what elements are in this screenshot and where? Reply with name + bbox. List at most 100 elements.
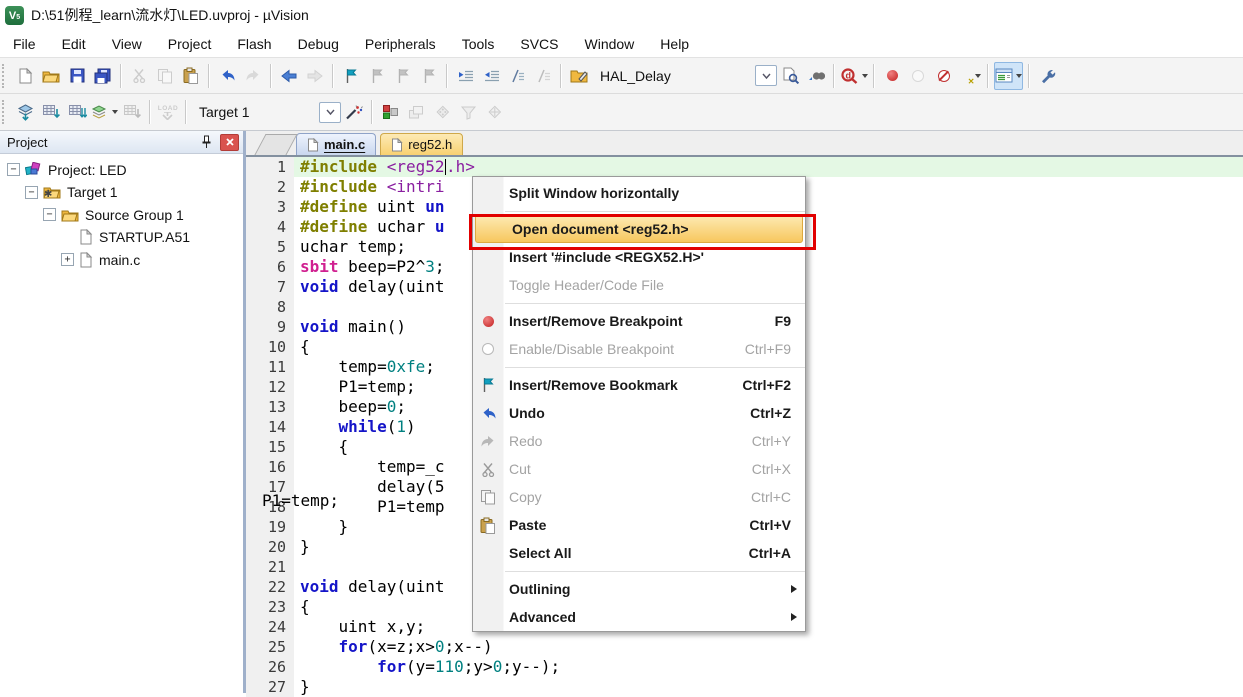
collapse-icon[interactable]: − [7,163,20,176]
function-search-combobox[interactable]: HAL_Delay [592,65,777,86]
insert-breakpoint-button[interactable] [880,63,904,89]
menu-tools[interactable]: Tools [449,30,508,57]
next-bookmark-button[interactable] [391,63,415,89]
menu-item-select-all[interactable]: Select AllCtrl+A [473,539,805,567]
menu-item-advanced[interactable]: Advanced [473,603,805,631]
translate-file-button[interactable] [13,99,37,125]
rebuild-all-button[interactable] [65,99,89,125]
dropdown-arrow-icon[interactable] [975,74,981,78]
quick-find-button[interactable]: d [840,63,868,89]
function-search-combobox-dropdown-icon[interactable] [755,65,777,86]
indent-button[interactable] [453,63,477,89]
close-icon[interactable] [220,134,239,151]
menu-item-insert-remove-breakpoint[interactable]: Insert/Remove BreakpointF9 [473,307,805,335]
options-for-target-button[interactable] [342,99,366,125]
outdent-button[interactable] [479,63,503,89]
new-file-button[interactable] [13,63,37,89]
menu-item-shortcut: Ctrl+Y [752,433,805,449]
target-select-combobox[interactable]: Target 1 [191,102,341,123]
wrench-icon [1039,67,1056,84]
configure-button[interactable] [1035,63,1059,89]
menu-edit[interactable]: Edit [49,30,99,57]
menu-file[interactable]: File [0,30,49,57]
menu-item-paste[interactable]: PasteCtrl+V [473,511,805,539]
navigate-back-button[interactable] [277,63,301,89]
menu-item-copy[interactable]: CopyCtrl+C [473,483,805,511]
menu-item-shortcut: Ctrl+A [749,545,805,561]
translate-icon [16,104,35,121]
dropdown-arrow-icon[interactable] [1016,74,1022,78]
menu-item-outlining[interactable]: Outlining [473,575,805,603]
comment-icon [535,69,551,83]
cut-button[interactable] [127,63,151,89]
pin-icon[interactable] [201,135,212,149]
menu-item-redo[interactable]: RedoCtrl+Y [473,427,805,455]
menu-item-undo[interactable]: UndoCtrl+Z [473,399,805,427]
file-toolbar: HAL_Delay d [0,58,1243,94]
collapse-icon[interactable]: − [43,208,56,221]
expand-icon[interactable]: + [61,253,74,266]
menu-svcs[interactable]: SVCS [507,30,571,57]
project-panel-header: Project [0,131,243,154]
tree-item-target-1[interactable]: −✱Target 1 [0,182,243,202]
menu-item-enable-disable-breakpoint[interactable]: Enable/Disable BreakpointCtrl+F9 [473,335,805,363]
redo-button[interactable] [241,63,265,89]
tree-item-project-led[interactable]: −Project: LED [0,160,243,180]
menu-item-split-window-horizontally[interactable]: Split Window horizontally [473,179,805,207]
dropdown-arrow-icon[interactable] [862,74,868,78]
manage-run-time-environment-button[interactable] [378,99,402,125]
save-button[interactable] [65,63,89,89]
tree-item-startup-a51[interactable]: STARTUP.A51 [0,227,243,247]
target-select-combobox-dropdown-icon[interactable] [319,102,341,123]
find-in-document-button[interactable] [778,63,802,89]
menu-help[interactable]: Help [647,30,702,57]
tab-main-c[interactable]: main.c [296,133,376,155]
window-title: D:\51例程_learn\流水灯\LED.uvproj - µVision [31,5,309,25]
stop-build-button[interactable] [120,99,144,125]
find-in-files-button[interactable] [804,63,828,89]
windows-mesh-button[interactable] [482,99,506,125]
collapse-icon[interactable]: − [25,186,38,199]
undo-button[interactable] [215,63,239,89]
tree-item-main-c[interactable]: +main.c [0,250,243,270]
menu-peripherals[interactable]: Peripherals [352,30,449,57]
previous-bookmark-button[interactable] [365,63,389,89]
tree-item-source-group-1[interactable]: −Source Group 1 [0,205,243,225]
menu-item-label: Cut [503,461,531,477]
copy-button[interactable] [153,63,177,89]
menu-item-toggle-header-code-file[interactable]: Toggle Header/Code File [473,271,805,299]
lookup-button[interactable] [567,63,591,89]
clear-bookmarks-button[interactable] [417,63,441,89]
menu-window[interactable]: Window [572,30,648,57]
menu-debug[interactable]: Debug [285,30,352,57]
save-all-button[interactable] [91,63,115,89]
paste-button[interactable] [179,63,203,89]
file-icon [307,138,319,152]
download-button[interactable]: LOAD [156,99,180,125]
navigate-forward-button[interactable] [303,63,327,89]
comment-selection-button[interactable] [505,63,529,89]
tab-reg52-h[interactable]: reg52.h [380,133,463,155]
windows-stack-button[interactable] [404,99,428,125]
menu-flash[interactable]: Flash [224,30,284,57]
menu-project[interactable]: Project [155,30,225,57]
menu-item-insert-remove-bookmark[interactable]: Insert/Remove BookmarkCtrl+F2 [473,371,805,399]
windows-funnel-button[interactable] [456,99,480,125]
batch-build-button[interactable] [91,99,118,125]
insert-bookmark-button[interactable] [339,63,363,89]
kill-all-breakpoints-button[interactable] [932,63,956,89]
open-file-button[interactable] [39,63,63,89]
disable-breakpoint-button[interactable] [906,63,930,89]
build-button[interactable] [39,99,63,125]
copy-icon [473,489,503,505]
menu-item-cut[interactable]: CutCtrl+X [473,455,805,483]
toolbar-separator [371,100,373,124]
dropdown-arrow-icon[interactable] [112,110,118,114]
menu-view[interactable]: View [99,30,155,57]
line-number: 14 [246,417,294,437]
uncomment-selection-button[interactable] [531,63,555,89]
disable-all-breakpoints-button[interactable] [958,63,982,89]
memory-window-button[interactable] [994,62,1023,90]
bp-icon [473,316,503,327]
windows-diamond-button[interactable] [430,99,454,125]
